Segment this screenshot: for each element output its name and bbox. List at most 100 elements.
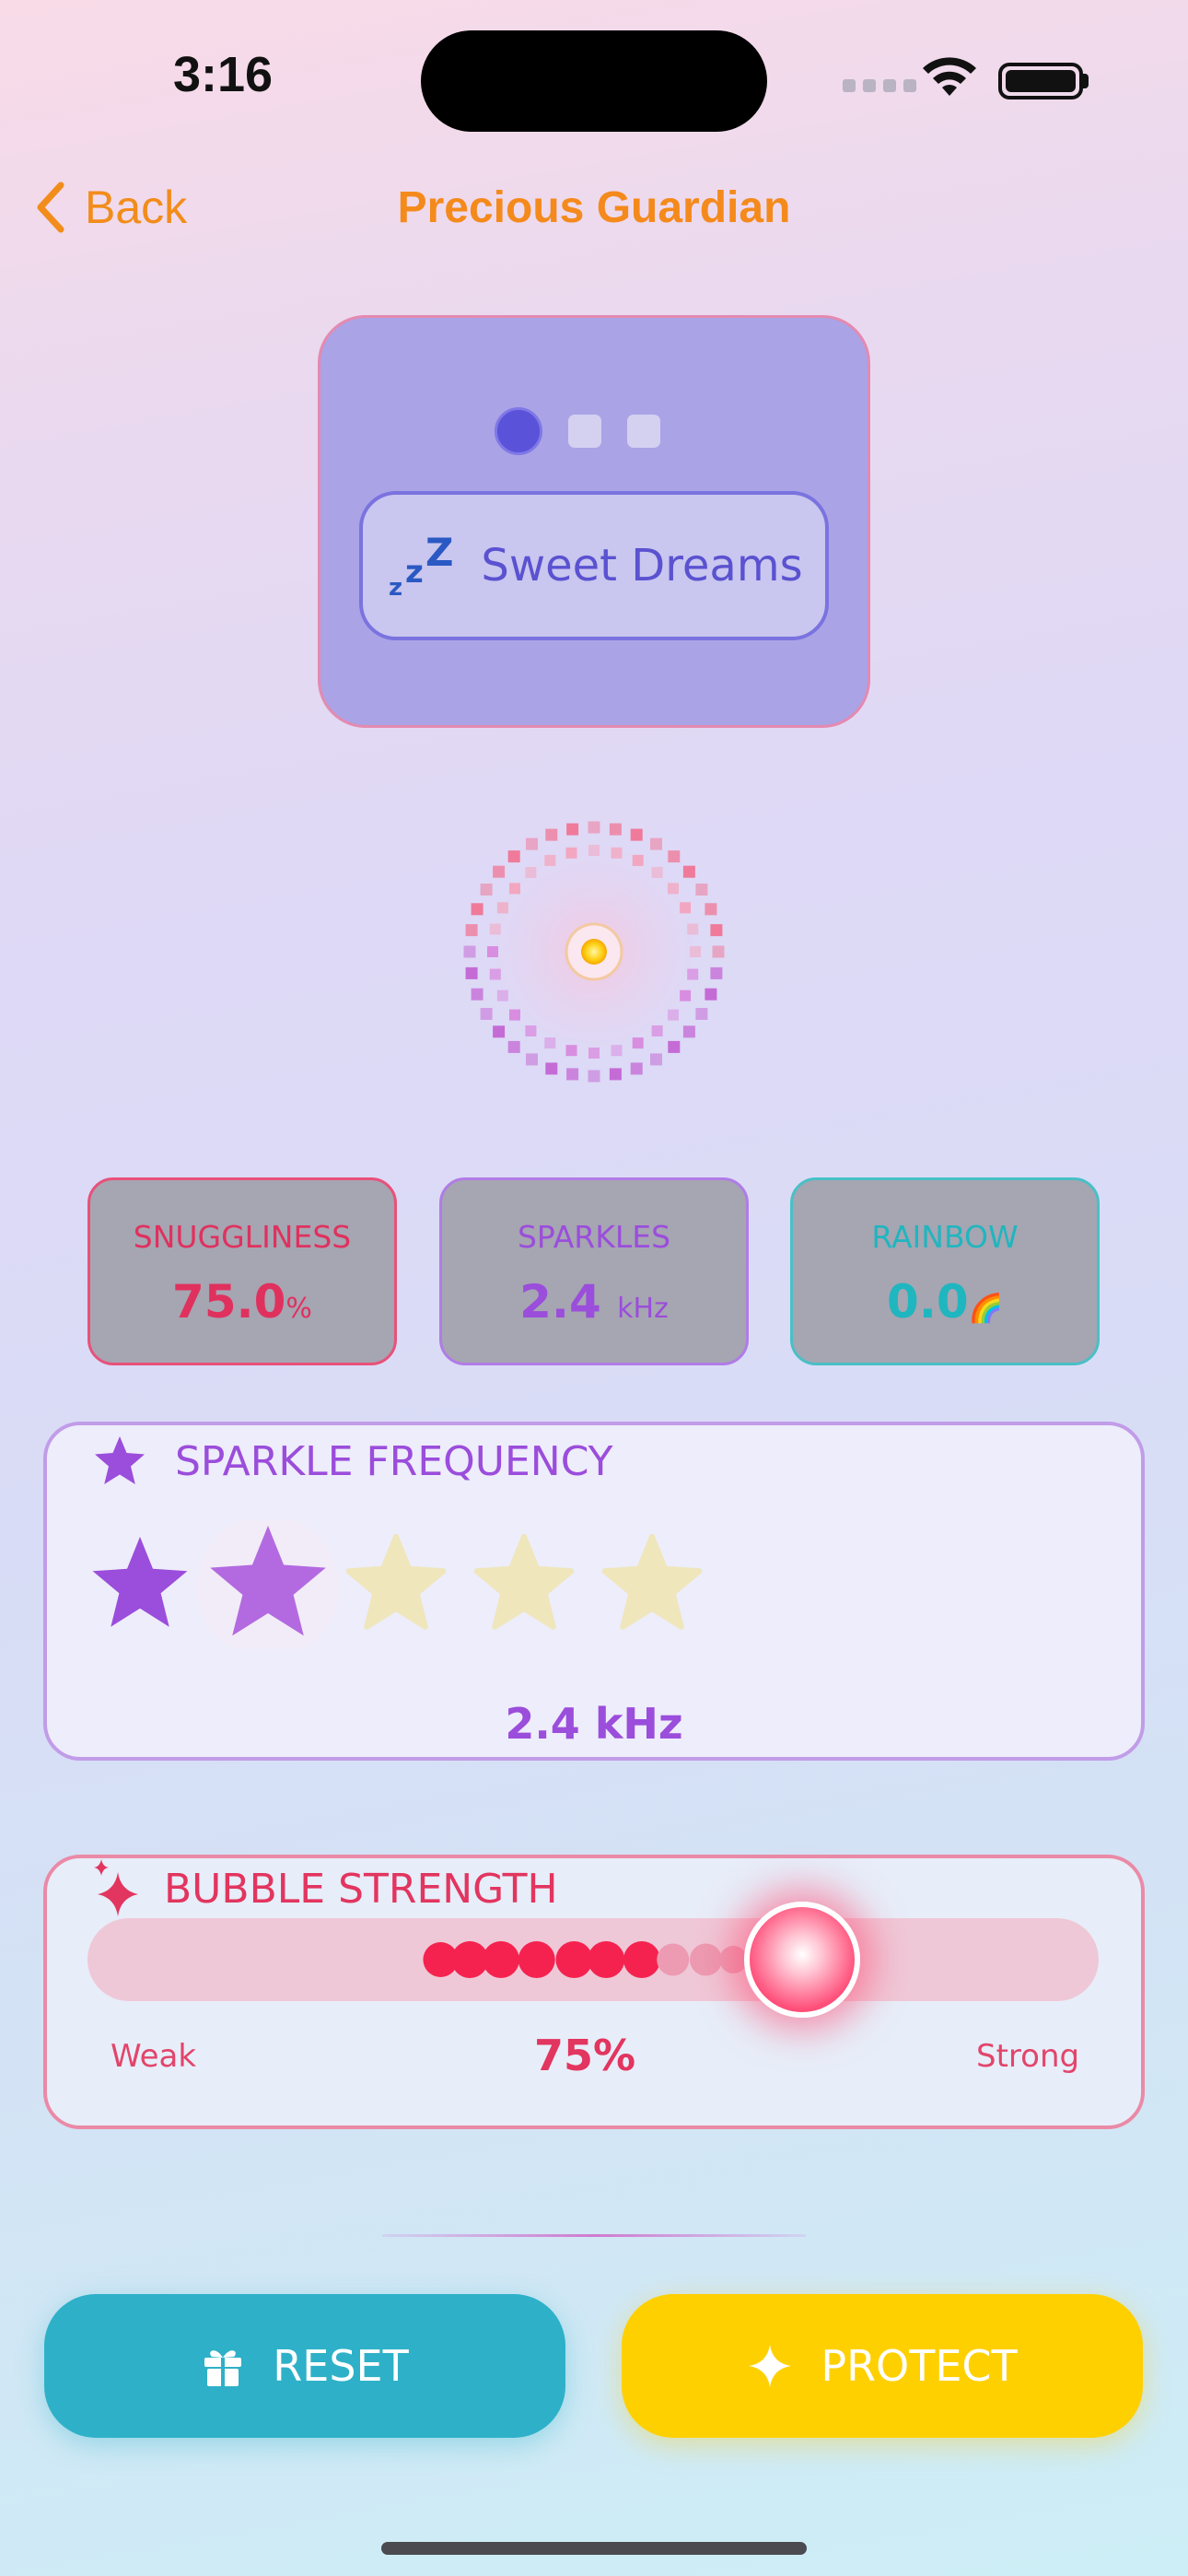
protect-button[interactable]: PROTECT [622,2294,1143,2438]
gift-icon [204,2350,242,2386]
radar-square [650,837,662,850]
stat-card-sparkles: SPARKLES 2.4 kHz [439,1177,749,1365]
bubble [555,1941,593,1978]
radar-square [687,968,699,980]
bubble-strength-fill [423,1941,748,1978]
radar-square [680,989,692,1001]
star-rating[interactable] [88,1520,733,1649]
radar-square [525,1025,537,1036]
radar-square [668,850,681,863]
radar-square [507,1040,520,1053]
sparkle-frequency-value: 2.4 kHz [505,1699,683,1749]
radar-square [705,903,717,916]
radar-square [609,1068,622,1081]
bubble-strength-title: BUBBLE STRENGTH [164,1865,558,1913]
radar-square [611,1045,623,1057]
stat-card-snuggliness: SNUGGLINESS 75.0% [87,1177,397,1365]
radar-square [507,850,520,863]
radar-square [705,988,717,1001]
radar-square [566,1068,579,1081]
bubble-fading [719,1946,748,1973]
reset-button[interactable]: RESET [44,2294,565,2438]
sparkle-icon [749,2345,792,2387]
svg-text:z: z [389,574,402,602]
radar-square [545,1062,558,1075]
radar-square [471,903,483,916]
status-time: 3:16 [173,47,274,102]
dynamic-island [421,30,767,132]
radar-square [509,883,520,895]
stat-label: RAINBOW [871,1219,1019,1255]
cellular-signal-icon [843,79,916,92]
radar-square [480,884,493,896]
stat-value: 75.0% [172,1275,312,1329]
radar-square [668,1040,681,1053]
radar-square [526,837,538,850]
radar-square [695,1008,708,1020]
page-dot-2[interactable] [568,415,601,448]
bubble-strength-slider-thumb[interactable] [744,1902,860,2018]
radar-square [496,989,508,1001]
sparkle-frequency-header: SPARKLE FREQUENCY [92,1434,613,1489]
radar-square [682,1025,695,1038]
radar-square [632,854,644,866]
radar-square [690,946,701,957]
radar-square [588,1070,600,1083]
wifi-icon [923,57,976,96]
protect-label: PROTECT [821,2341,1018,2391]
radar-square [465,966,478,979]
radar-square [544,854,556,866]
bubble-fading [689,1943,722,1976]
radar-square [489,968,501,980]
radar-square [630,1062,643,1075]
radar-square [632,1037,644,1049]
radar-square [496,902,508,914]
radar-square [565,847,577,859]
divider [382,2234,806,2237]
page-dot-3[interactable] [627,415,660,448]
sparkle-emitter-icon [463,821,725,1083]
radar-square [687,923,699,935]
mode-selector[interactable]: z z Z Sweet Dreams [359,491,829,640]
home-indicator [381,2542,807,2555]
page-indicator[interactable] [495,407,660,455]
radar-square [509,1009,520,1021]
zzz-icon: z z Z [389,530,453,602]
bubble [482,1941,519,1978]
radar-square [588,821,600,834]
radar-square [526,1053,538,1066]
stat-card-rainbow: RAINBOW 0.0🌈 [790,1177,1100,1365]
radar-square [695,884,708,896]
stat-value: 0.0🌈 [887,1275,1003,1329]
radar-square [680,902,692,914]
rating-star-4[interactable] [473,1534,575,1630]
radar-square [588,1048,600,1059]
radar-square [630,828,643,841]
radar-square [525,867,537,878]
page-title: Precious Guardian [397,183,791,232]
rating-star-5[interactable] [601,1534,703,1630]
radar-square [668,883,679,895]
star-icon [95,1436,145,1484]
radar-square [565,1045,577,1057]
rating-star-3[interactable] [345,1534,447,1630]
radar-square [493,1025,506,1038]
bubble-strength-header: BUBBLE STRENGTH [90,1859,558,1918]
page-dot-1[interactable] [495,407,542,455]
radar-square [487,946,498,957]
radar-square [651,867,663,878]
sparkles-icon [94,1859,138,1916]
radar-square [545,828,558,841]
bubble [588,1941,625,1978]
bubble [623,1941,660,1978]
radar-square [710,924,723,937]
radar-square [566,823,579,836]
battery-icon [998,63,1083,100]
radar-square [712,945,725,958]
radar-square [609,823,622,836]
bubble [518,1941,555,1978]
slider-max-label: Strong [976,2038,1080,2075]
rating-star-1[interactable] [92,1537,188,1627]
radar-square [471,988,483,1001]
radar-square [651,1025,663,1036]
